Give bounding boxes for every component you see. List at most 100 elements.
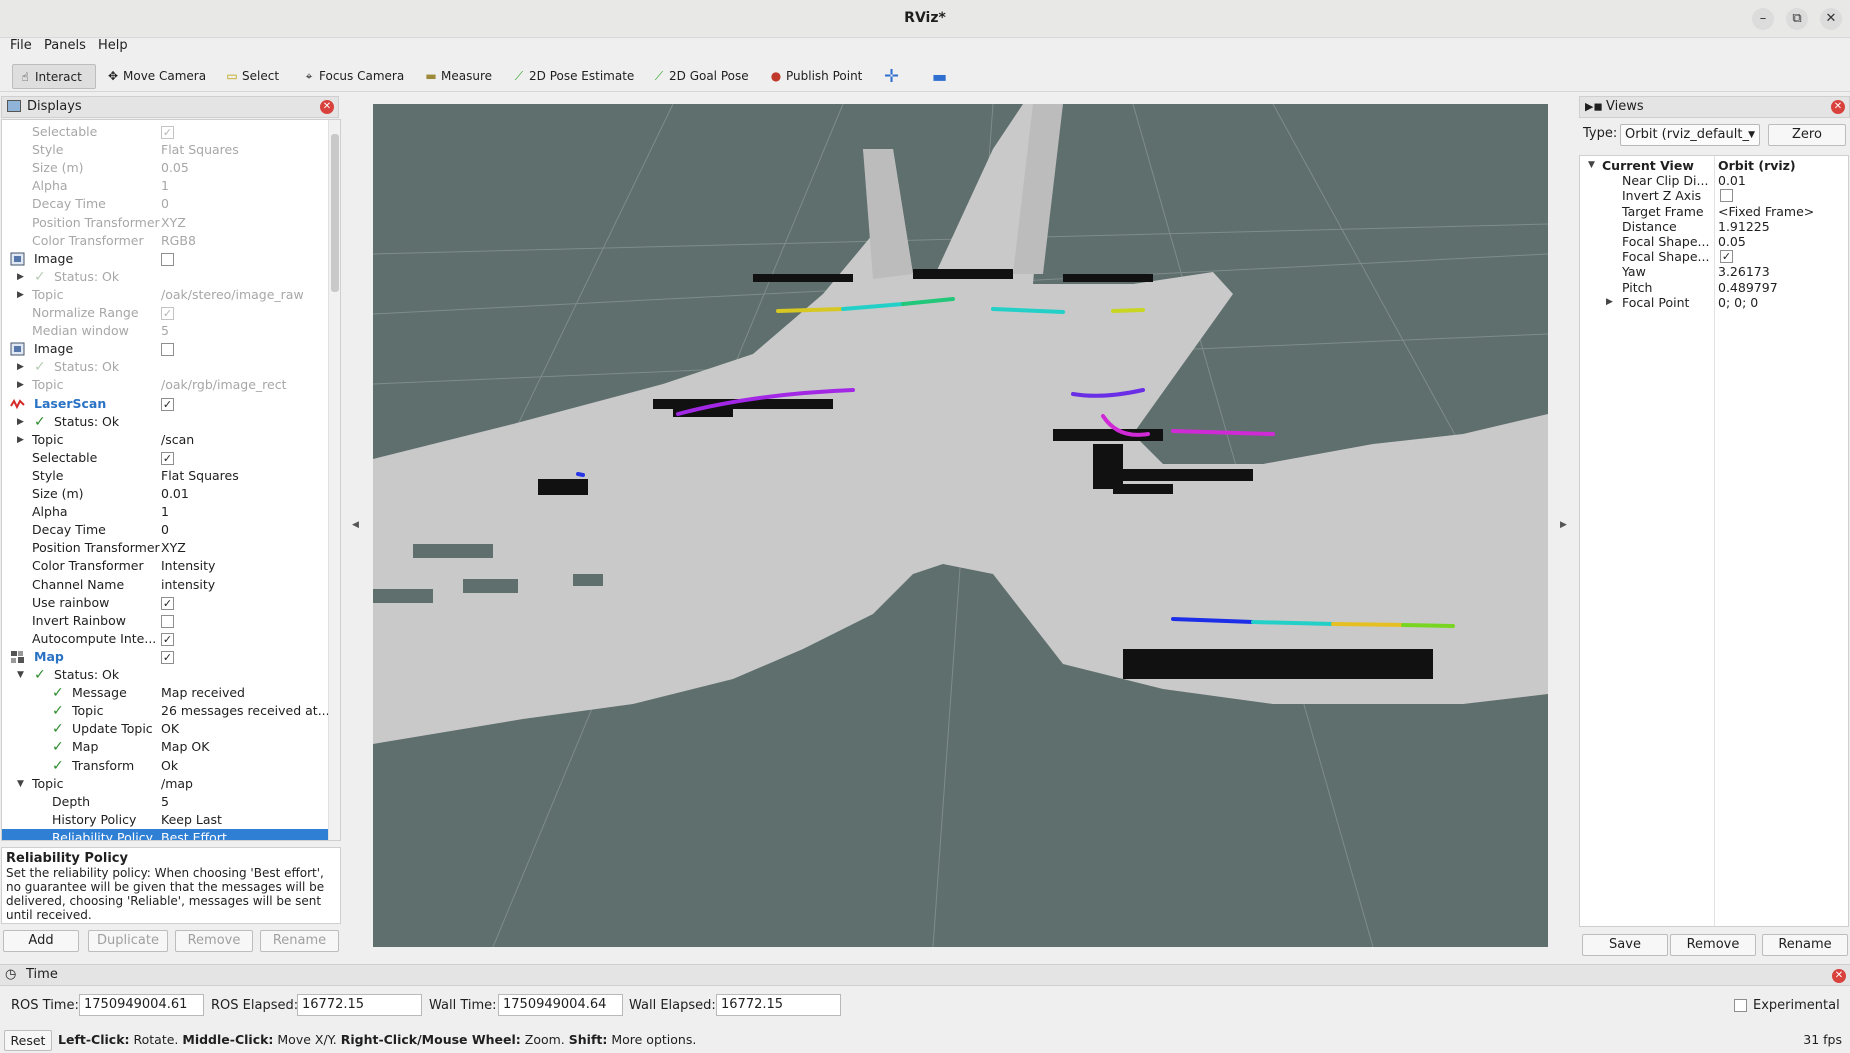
wall-elapsed-field[interactable]: 16772.15 xyxy=(716,994,841,1016)
display-row[interactable]: ▶ Topic/scan xyxy=(2,431,328,449)
save-view-button[interactable]: Save xyxy=(1582,934,1668,956)
display-row[interactable]: ✓ Update Topic OK xyxy=(2,720,328,738)
display-row-value[interactable]: XYZ xyxy=(161,214,186,232)
view-type-select[interactable]: Orbit (rviz_default_ ▼ xyxy=(1620,124,1760,146)
display-row-value[interactable]: /oak/stereo/image_raw xyxy=(161,286,304,304)
display-row-value[interactable]: OK xyxy=(161,720,179,738)
collapse-left-icon[interactable]: ◀ xyxy=(352,520,359,530)
focus-camera-tool[interactable]: ⌖ Focus Camera xyxy=(297,64,405,89)
expand-down-icon[interactable]: ▼ xyxy=(17,775,24,793)
render-viewport[interactable] xyxy=(373,104,1548,947)
expand-down-icon[interactable]: ▼ xyxy=(1588,158,1595,173)
minus-icon[interactable]: ▬ xyxy=(928,64,947,89)
views-tree[interactable]: ▼ Current View Orbit (rviz) Near Clip Di...… xyxy=(1579,155,1849,927)
display-row[interactable]: History Policy Keep Last xyxy=(2,811,328,829)
display-row-value[interactable]: 5 xyxy=(161,322,169,340)
display-row-value[interactable]: Ok xyxy=(161,757,178,775)
display-row[interactable]: Position Transformer XYZ xyxy=(2,214,328,232)
menu-help[interactable]: Help xyxy=(98,38,128,53)
display-row[interactable]: Decay Time 0 xyxy=(2,521,328,539)
display-row-value[interactable]: Best Effort xyxy=(161,829,227,840)
display-row-value[interactable]: /oak/rgb/image_rect xyxy=(161,376,286,394)
view-property-row[interactable]: Distance 1.91225 xyxy=(1580,219,1848,234)
expand-down-icon[interactable]: ▼ xyxy=(17,666,24,684)
view-property-row[interactable]: Focal Shape... ✓ xyxy=(1580,249,1848,264)
display-row-value[interactable]: /map xyxy=(161,775,193,793)
view-property-value[interactable]: <Fixed Frame> xyxy=(1718,204,1814,219)
display-row[interactable]: Autocompute Inte... ✓ xyxy=(2,630,328,648)
expand-right-icon[interactable]: ▶ xyxy=(17,376,24,394)
close-time-icon[interactable]: ✕ xyxy=(1832,969,1846,983)
view-property-checkbox[interactable] xyxy=(1720,189,1733,203)
display-row-value[interactable]: 0.05 xyxy=(161,159,189,177)
measure-tool[interactable]: ▬ Measure xyxy=(419,64,492,89)
view-property-row[interactable]: Pitch 0.489797 xyxy=(1580,280,1848,295)
display-row[interactable]: ▼ Topic/map xyxy=(2,775,328,793)
expand-right-icon[interactable]: ▶ xyxy=(17,268,24,286)
move-camera-tool[interactable]: ✥ Move Camera xyxy=(101,64,206,89)
display-row-value[interactable]: Flat Squares xyxy=(161,141,239,159)
zero-button[interactable]: Zero xyxy=(1768,124,1846,146)
minimize-icon[interactable]: – xyxy=(1752,8,1774,30)
display-row-checkbox[interactable]: ✓ xyxy=(161,451,174,465)
display-row-checkbox[interactable] xyxy=(161,252,174,266)
display-row[interactable]: ▶ Topic/oak/rgb/image_rect xyxy=(2,376,328,394)
view-property-row[interactable]: ▶ Focal Point 0; 0; 0 xyxy=(1580,295,1848,310)
display-row[interactable]: ▶ ✓ Status: Ok xyxy=(2,413,328,431)
pose-estimate-tool[interactable]: ⟋ 2D Pose Estimate xyxy=(507,64,635,89)
display-row[interactable]: ✓ Topic 26 messages received at... xyxy=(2,702,330,720)
display-row-value[interactable]: Map received xyxy=(161,684,245,702)
view-property-row[interactable]: Near Clip Di... 0.01 xyxy=(1580,173,1848,188)
close-displays-icon[interactable]: ✕ xyxy=(320,100,334,114)
display-row[interactable]: Use rainbow ✓ xyxy=(2,594,328,612)
rename-display-button[interactable]: Rename xyxy=(260,930,339,952)
view-property-value[interactable]: 0; 0; 0 xyxy=(1718,295,1758,310)
display-row[interactable]: Style Flat Squares xyxy=(2,467,328,485)
display-row-value[interactable]: 1 xyxy=(161,177,169,195)
display-row[interactable]: Selectable ✓ xyxy=(2,123,328,141)
display-row-value[interactable]: 5 xyxy=(161,793,169,811)
expand-right-icon[interactable]: ▶ xyxy=(1606,295,1613,310)
view-property-checkbox[interactable]: ✓ xyxy=(1720,250,1733,264)
display-row-value[interactable]: Intensity xyxy=(161,557,215,575)
reset-button[interactable]: Reset xyxy=(4,1030,52,1051)
view-property-value[interactable]: 1.91225 xyxy=(1718,219,1770,234)
remove-display-button[interactable]: Remove xyxy=(175,930,253,952)
display-row[interactable]: Size (m) 0.05 xyxy=(2,159,328,177)
view-property-row[interactable]: Target Frame <Fixed Frame> xyxy=(1580,204,1848,219)
ros-elapsed-field[interactable]: 16772.15 xyxy=(297,994,422,1016)
display-row-checkbox[interactable]: ✓ xyxy=(161,126,174,139)
display-row-checkbox[interactable] xyxy=(161,343,174,357)
add-display-button[interactable]: Add xyxy=(3,930,79,952)
display-row-checkbox[interactable]: ✓ xyxy=(161,596,174,610)
display-row[interactable]: Image xyxy=(2,250,328,268)
display-row[interactable]: Channel Name intensity xyxy=(2,576,328,594)
display-row[interactable]: Map ✓ xyxy=(2,648,328,666)
display-row-checkbox[interactable]: ✓ xyxy=(161,397,174,411)
display-row[interactable]: Invert Rainbow xyxy=(2,612,328,630)
view-property-row[interactable]: ▼ Current View Orbit (rviz) xyxy=(1580,158,1848,173)
display-row-value[interactable]: 26 messages received at... xyxy=(161,702,330,720)
display-row-value[interactable]: /scan xyxy=(161,431,194,449)
display-row[interactable]: ▶ Topic/oak/stereo/image_raw xyxy=(2,286,328,304)
display-row[interactable]: ▼ ✓ Status: Ok xyxy=(2,666,328,684)
plus-icon[interactable]: ✛ xyxy=(880,64,899,89)
display-row-checkbox[interactable]: ✓ xyxy=(161,307,174,320)
display-row-value[interactable]: intensity xyxy=(161,576,215,594)
display-row-value[interactable]: 0.01 xyxy=(161,485,189,503)
display-row-value[interactable]: RGB8 xyxy=(161,232,196,250)
expand-right-icon[interactable]: ▶ xyxy=(17,358,24,376)
display-row-value[interactable]: 1 xyxy=(161,503,169,521)
display-row[interactable]: ✓ Transform Ok xyxy=(2,757,328,775)
display-row-value[interactable]: Map OK xyxy=(161,738,209,756)
display-row[interactable]: ✓ Map Map OK xyxy=(2,738,328,756)
close-views-icon[interactable]: ✕ xyxy=(1831,100,1845,114)
expand-right-icon[interactable]: ▶ xyxy=(17,413,24,431)
display-row-checkbox[interactable]: ✓ xyxy=(161,632,174,646)
display-row[interactable]: LaserScan ✓ xyxy=(2,395,328,413)
view-property-row[interactable]: Yaw 3.26173 xyxy=(1580,264,1848,279)
view-property-row[interactable]: Invert Z Axis xyxy=(1580,188,1848,203)
experimental-checkbox[interactable] xyxy=(1734,999,1747,1012)
display-row[interactable]: Reliability Policy Best Effort xyxy=(2,828,328,840)
ros-time-field[interactable]: 1750949004.61 xyxy=(79,994,204,1016)
